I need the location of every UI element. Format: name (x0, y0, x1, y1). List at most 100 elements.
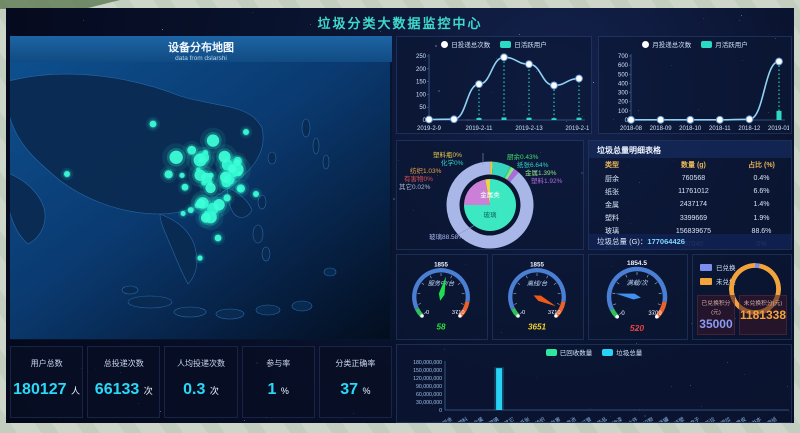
map-subtitle: data from dslarshi (10, 55, 392, 62)
svg-text:纺织: 纺织 (533, 415, 546, 422)
table-row: 塑料33996691.9% (589, 212, 791, 225)
island (324, 268, 336, 276)
kpi-card: 用户总数180127 人 (10, 346, 83, 418)
gauge-1[interactable]: 1855离线/台037103651 (493, 255, 581, 339)
waste-table-col-header: 占比 (%) (732, 158, 791, 172)
china-device-map[interactable] (10, 62, 390, 339)
island (174, 307, 206, 317)
waste-total-label: 垃圾总量 (G)： (597, 237, 647, 246)
kpi-label: 用户总数 (11, 358, 82, 369)
table-row: 纸张117610126.6% (589, 185, 791, 198)
kpi-value: 66133 次 (88, 381, 159, 399)
legend-item[interactable]: 垃圾总量 (602, 347, 642, 357)
totals-bar-chart[interactable]: 030,000,00060,000,00090,000,000120,000,0… (397, 359, 791, 422)
svg-text:0: 0 (439, 408, 442, 414)
legend-swatch (602, 349, 613, 356)
waste-table-panel: 垃圾总量明细表格 类型数量 (g)占比 (%)厨余7605680.4%纸张117… (588, 140, 792, 250)
svg-text:30,000,000: 30,000,000 (416, 400, 442, 406)
kpi-card: 总投递次数 66133 次 (87, 346, 160, 418)
device-map-panel[interactable]: 设备分布地图 data from dslarshi (10, 36, 392, 340)
svg-text:油漆: 油漆 (611, 415, 624, 422)
redeemed-points-value: 35000 (698, 317, 734, 331)
svg-text:180,000,000: 180,000,000 (413, 360, 442, 366)
svg-text:电池: 电池 (564, 415, 577, 422)
legend-swatch (546, 349, 557, 356)
svg-text:1855: 1855 (530, 261, 544, 268)
island (268, 152, 276, 164)
island (128, 296, 172, 308)
legend-label: 日活跃用户 (514, 39, 547, 49)
legend-item-2[interactable]: 日活跃用户 (500, 39, 547, 49)
kpi-value: 1 % (243, 381, 314, 399)
svg-text:1854.5: 1854.5 (627, 260, 647, 267)
waste-total-value: 177064426 (647, 237, 685, 246)
svg-text:灯管: 灯管 (580, 415, 593, 422)
kpi-label: 人均投递次数 (165, 358, 236, 369)
donut-callout-label: 塑料瓶0% (433, 152, 462, 159)
dashboard-root: 垃圾分类大数据监控中心 设备分布地图 data from dslarshi 日投… (6, 8, 794, 423)
map-titlebar: 设备分布地图 data from dslarshi (10, 36, 392, 62)
island (313, 138, 319, 154)
svg-text:2018-10: 2018-10 (679, 126, 702, 132)
svg-text:纸塑: 纸塑 (673, 415, 686, 422)
svg-text:玻璃: 玻璃 (487, 415, 500, 422)
kpi-unit: 次 (207, 386, 219, 396)
map-title: 设备分布地图 (10, 39, 392, 55)
svg-text:50: 50 (419, 105, 426, 111)
svg-text:塑料: 塑料 (456, 415, 469, 422)
svg-text:400: 400 (618, 81, 629, 87)
kpi-unit: 人 (69, 386, 81, 396)
waste-share-donut[interactable]: 金属类玻璃 (397, 141, 583, 249)
kpi-label: 总投递次数 (88, 358, 159, 369)
svg-text:药品: 药品 (595, 415, 608, 422)
svg-text:2018-08: 2018-08 (620, 126, 643, 132)
donut-callout-label: 塑料1.92% (531, 178, 562, 185)
island (256, 305, 280, 315)
bar-chart-legend: 已回收数量 垃圾总量 (397, 345, 791, 359)
svg-text:2019-01: 2019-01 (768, 126, 789, 132)
svg-text:520: 520 (630, 323, 644, 333)
donut-callout-label: 纸张6.64% (517, 162, 548, 169)
donut-callout-label: 其它0.02% (399, 184, 430, 191)
line-series-marker (642, 41, 649, 48)
gauge-0[interactable]: 1855服务中/台0371058 (397, 255, 485, 339)
legend-item-1[interactable]: 日投递总次数 (441, 39, 490, 49)
svg-text:3651: 3651 (528, 323, 547, 332)
monthly-chart[interactable]: 01002003004005006007002018-082018-092018… (599, 51, 789, 133)
kpi-card: 参与率1 % (242, 346, 315, 418)
svg-text:3710: 3710 (548, 310, 561, 316)
svg-text:0: 0 (426, 310, 429, 316)
svg-text:2018-11: 2018-11 (709, 126, 731, 132)
svg-text:150: 150 (416, 80, 427, 86)
redeemed-points-label: 已兑换积分(元) (698, 298, 734, 316)
kpi-card: 分类正确率37 % (319, 346, 392, 418)
svg-text:湿垃: 湿垃 (719, 415, 732, 422)
legend-item[interactable]: 已回收数量 (546, 347, 593, 357)
redeem-legend-swatch (700, 264, 712, 271)
waste-share-donut-panel: 金属类玻璃塑料瓶0%化学0%纺织1.03%有害物0%其它0.02%厨余0.43%… (396, 140, 584, 250)
svg-text:0: 0 (621, 311, 625, 317)
svg-text:2018-09: 2018-09 (650, 126, 673, 132)
legend-item-1[interactable]: 月投递总次数 (642, 39, 691, 49)
svg-text:1855: 1855 (434, 261, 448, 268)
svg-text:大件: 大件 (626, 415, 639, 422)
svg-text:300: 300 (618, 91, 629, 97)
legend-label: 月活跃用户 (715, 39, 748, 49)
svg-text:3709: 3709 (648, 311, 662, 317)
gauge-2[interactable]: 1854.5满载/次03709520 (589, 255, 685, 339)
daily-chart[interactable]: 0501001502002502019-2-92019-2-112019-2-1… (397, 51, 589, 133)
unredeemed-points-label: 未兑换积分(元) (740, 298, 786, 307)
legend-item-2[interactable]: 月活跃用户 (701, 39, 748, 49)
legend-label: 垃圾总量 (616, 347, 642, 357)
svg-text:电子: 电子 (688, 415, 701, 422)
redeem-legend-item[interactable]: 已兑换 (700, 262, 736, 272)
kpi-value: 0.3 次 (165, 381, 236, 399)
gauge-full-panel: 1854.5满载/次03709520 (588, 254, 688, 340)
monthly-line-chart-panel: 月投递总次数月活跃用户01002003004005006007002018-08… (598, 36, 792, 134)
header: 垃圾分类大数据监控中心 (6, 8, 794, 34)
svg-text:0: 0 (522, 310, 525, 316)
unredeemed-points-value: 1181338 (740, 308, 786, 322)
totals-bar-chart-panel: 已回收数量垃圾总量030,000,00060,000,00090,000,000… (396, 344, 792, 423)
kpi-label: 分类正确率 (320, 358, 391, 369)
redeem-legend-label: 已兑换 (716, 262, 736, 272)
